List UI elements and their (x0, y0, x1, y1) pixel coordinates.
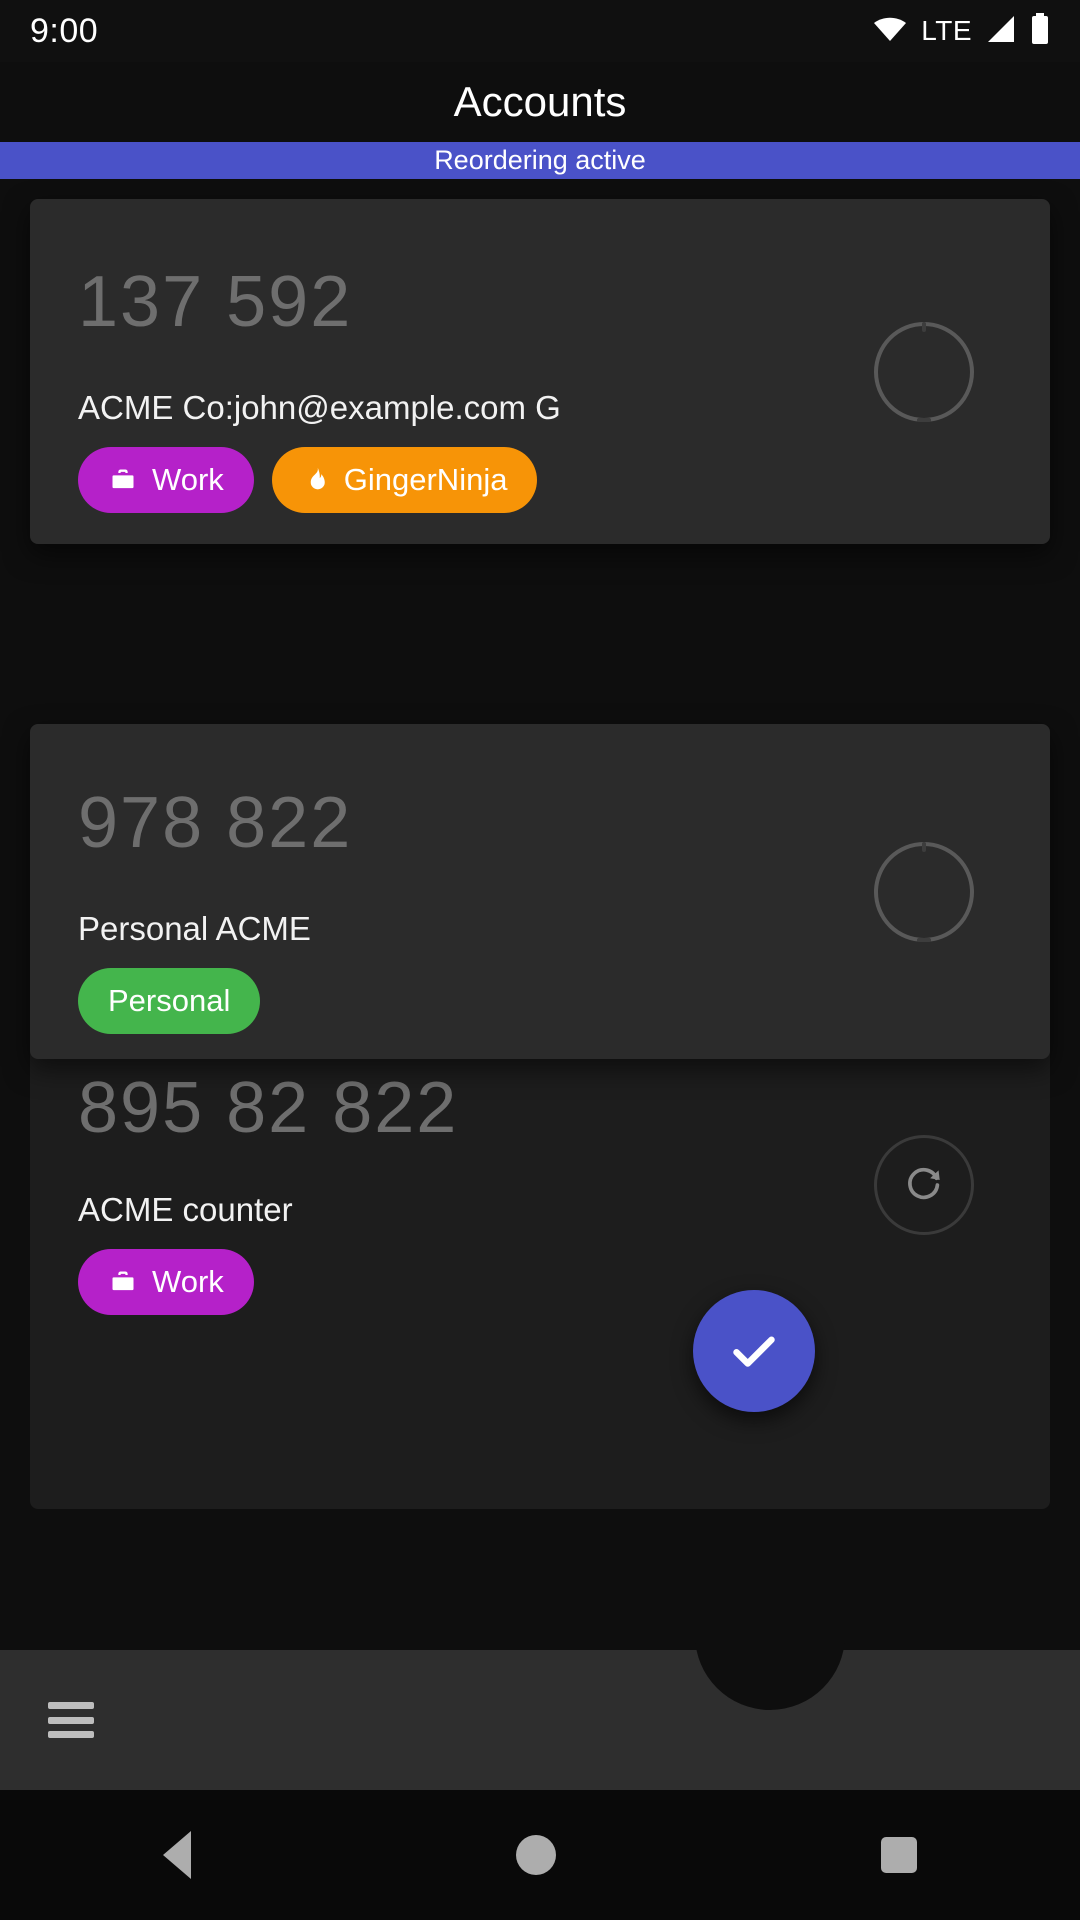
tag-chip-label: Work (152, 462, 224, 497)
status-bar: 9:00 LTE (0, 0, 1080, 62)
home-circle-icon[interactable] (515, 1835, 556, 1875)
bottom-app-bar (0, 1614, 1080, 1790)
account-card[interactable]: 137 592 ACME Co:john@example.com G Work (30, 199, 1050, 544)
account-label: Personal ACME (78, 910, 311, 947)
tag-chip[interactable]: Personal (78, 968, 261, 1034)
otp-code: 137 592 (78, 262, 353, 342)
refresh-button[interactable] (874, 1135, 974, 1235)
android-nav-bar (0, 1790, 1080, 1920)
back-triangle-icon[interactable] (162, 1831, 191, 1879)
tag-chip-label: GingerNinja (343, 462, 508, 497)
countdown-ring-icon (874, 842, 974, 942)
briefcase-icon (108, 466, 138, 494)
account-chips: Personal (78, 968, 261, 1034)
accounts-list[interactable]: 137 592 ACME Co:john@example.com G Work (0, 179, 1080, 1650)
battery-icon (1030, 12, 1050, 50)
phone-screen: 9:00 LTE Accounts Reordering active 137 … (0, 0, 1080, 1920)
refresh-icon (908, 1167, 940, 1200)
account-label: ACME counter (78, 1191, 293, 1228)
tag-chip[interactable]: Work (78, 1249, 254, 1315)
otp-code: 895 82 822 (78, 1068, 459, 1148)
flame-icon (302, 465, 330, 495)
recents-square-icon[interactable] (881, 1837, 918, 1873)
account-card[interactable]: 895 82 822 ACME counter Work (30, 1039, 1050, 1509)
account-card[interactable]: 978 822 Personal ACME Personal (30, 724, 1050, 1059)
tag-chip-label: Personal (108, 983, 231, 1018)
reordering-banner-label: Reordering active (434, 145, 646, 175)
app-bar: Accounts (0, 62, 1080, 142)
signal-icon (986, 15, 1016, 48)
account-label: ACME Co:john@example.com G (78, 389, 561, 426)
status-icon-group: LTE (873, 12, 1050, 50)
account-chips: Work GingerNinja (78, 447, 538, 513)
network-type-label: LTE (921, 15, 972, 46)
fab-notch (695, 1614, 845, 1710)
tag-chip[interactable]: Work (78, 447, 254, 513)
countdown-ring-icon (874, 322, 974, 422)
status-time: 9:00 (30, 11, 99, 50)
check-icon (733, 1336, 775, 1367)
account-chips: Work (78, 1249, 254, 1315)
hamburger-menu-icon[interactable] (48, 1702, 94, 1738)
confirm-fab-button[interactable] (693, 1290, 815, 1412)
reordering-banner: Reordering active (0, 142, 1080, 179)
otp-code: 978 822 (78, 783, 353, 863)
tag-chip-label: Work (152, 1264, 224, 1299)
page-title: Accounts (453, 78, 627, 125)
briefcase-icon (108, 1268, 138, 1296)
tag-chip[interactable]: GingerNinja (271, 447, 538, 513)
wifi-icon (873, 16, 907, 47)
